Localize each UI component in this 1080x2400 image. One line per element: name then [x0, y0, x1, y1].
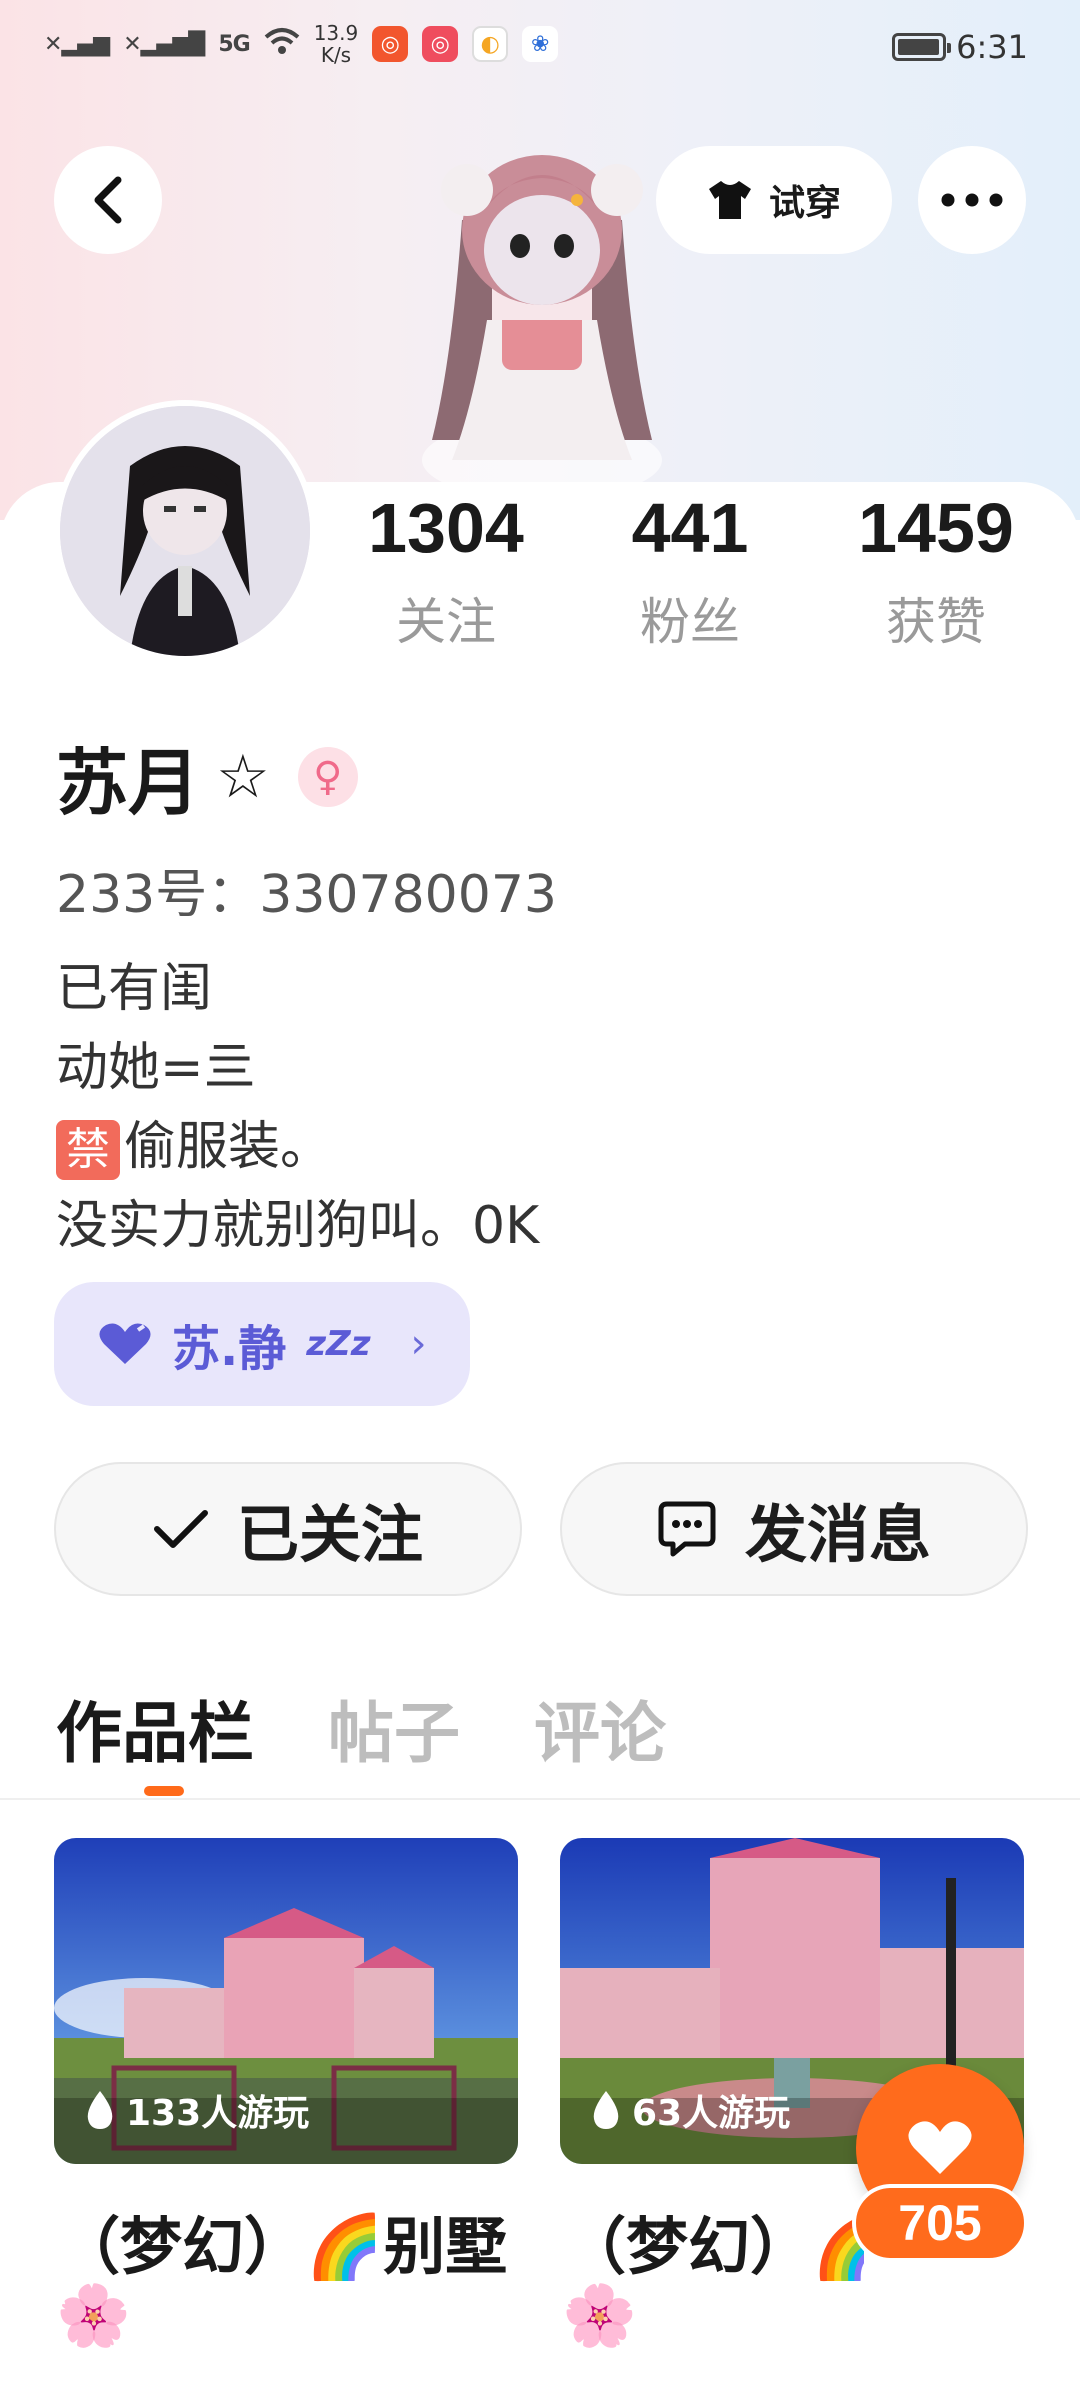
- work-title[interactable]: （梦幻）🌈: [564, 2196, 864, 2286]
- players-count: 133人游玩: [84, 2084, 309, 2136]
- followed-button[interactable]: 已关注: [54, 1462, 522, 1596]
- network-speed: 13.9 K/s: [314, 22, 359, 66]
- status-bar: ✕▂▄▆ ✕▂▄▆█ 5G 13.9 K/s ◎ ◎ ◐ ❀ 6:31: [0, 0, 1080, 100]
- bio-line: 动她=亖: [56, 1038, 256, 1098]
- avatar[interactable]: [54, 400, 316, 662]
- following-count: 1304: [368, 489, 524, 567]
- tab-divider: [0, 1798, 1080, 1800]
- bio-line-text: 偷服装。: [124, 1117, 333, 1177]
- browser-notification-icon: ◐: [472, 26, 509, 62]
- profile-name-row: 苏月 ☆ ♀: [56, 724, 358, 829]
- more-options-button[interactable]: [918, 146, 1026, 254]
- no-signal-mark: ✕: [123, 31, 141, 57]
- tab-posts[interactable]: 帖子: [328, 1680, 460, 1776]
- like-count: 705: [852, 2184, 1028, 2262]
- chat-bubble-icon: [658, 1501, 716, 1557]
- name-star: ☆: [216, 741, 270, 812]
- profile-tabs: 作品栏 帖子 评论: [56, 1680, 666, 1776]
- players-count-text: 63人游玩: [632, 2093, 791, 2134]
- players-count: 63人游玩: [590, 2084, 790, 2136]
- followed-label: 已关注: [236, 1498, 423, 1571]
- send-message-button[interactable]: 发消息: [560, 1462, 1028, 1596]
- fans-count: 441: [631, 489, 749, 567]
- app-notification-icon-2: ◎: [422, 26, 459, 62]
- signal-icon-2: ✕▂▄▆█: [123, 31, 205, 57]
- following-label: 关注: [396, 593, 496, 651]
- sleep-icon: zZz: [306, 1324, 371, 1364]
- heart-icon: [908, 2121, 972, 2174]
- signal-icon-1: ✕▂▄▆: [44, 31, 110, 57]
- profile-bio: 已有闺 动她=亖 禁偷服装。 没实力就别狗叫。0K: [56, 950, 539, 1266]
- no-sim-mark: ✕: [44, 31, 62, 57]
- work-card[interactable]: 133人游玩: [54, 1838, 518, 2164]
- more-dots-icon: [941, 193, 1003, 207]
- chevron-right-icon: ›: [410, 1321, 427, 1367]
- clock: 6:31: [956, 28, 1028, 66]
- user-id[interactable]: 233号：330780073: [56, 852, 557, 927]
- character-figure: [422, 155, 662, 490]
- flame-icon: [87, 2091, 113, 2129]
- likes-label: 获赞: [886, 593, 986, 651]
- female-gender-icon: ♀: [297, 746, 358, 807]
- baidu-notification-icon: ❀: [522, 26, 559, 62]
- back-arrow-icon: [94, 176, 122, 224]
- tab-comments[interactable]: 评论: [534, 1680, 666, 1776]
- companion-name: 苏.静: [172, 1321, 287, 1377]
- wifi-icon: [264, 27, 300, 62]
- battery-level: [898, 39, 940, 55]
- fans-label: 粉丝: [640, 593, 740, 651]
- message-label: 发消息: [744, 1498, 931, 1571]
- tab-works[interactable]: 作品栏: [56, 1680, 254, 1776]
- profile-name: 苏月: [56, 741, 201, 825]
- bio-line: 没实力就别狗叫。0K: [56, 1196, 540, 1256]
- cherry-blossom-icon: 🌸: [56, 2281, 131, 2351]
- network-type: 5G: [218, 31, 250, 57]
- fans-stat[interactable]: 441 粉丝: [590, 488, 790, 654]
- try-on-label: 试穿: [768, 183, 841, 224]
- forbidden-emoji-icon: 禁: [56, 1120, 120, 1180]
- back-button[interactable]: [54, 146, 162, 254]
- battery-icon: [892, 33, 952, 61]
- flame-icon: [593, 2091, 619, 2129]
- speed-value: 13.9: [313, 21, 359, 45]
- tshirt-icon: [708, 181, 751, 219]
- companion-tag-button[interactable]: 苏.静 zZz ›: [54, 1282, 470, 1406]
- likes-count: 1459: [858, 489, 1014, 567]
- speed-unit: K/s: [320, 43, 352, 67]
- likes-stat[interactable]: 1459 获赞: [836, 488, 1036, 654]
- bio-line: 已有闺: [56, 959, 213, 1019]
- avatar-character-image: [60, 406, 310, 656]
- try-on-button[interactable]: 试穿: [656, 146, 892, 254]
- cherry-blossom-icon: 🌸: [562, 2281, 637, 2351]
- app-notification-icon-1: ◎: [372, 26, 409, 62]
- following-stat[interactable]: 1304 关注: [346, 488, 546, 654]
- players-count-text: 133人游玩: [126, 2093, 310, 2134]
- work-title[interactable]: （梦幻）🌈别墅: [58, 2196, 524, 2286]
- active-tab-indicator: [144, 1786, 184, 1796]
- bio-line: 禁偷服装。: [56, 1108, 539, 1187]
- check-icon: [153, 1510, 208, 1548]
- heart-icon: [99, 1323, 151, 1364]
